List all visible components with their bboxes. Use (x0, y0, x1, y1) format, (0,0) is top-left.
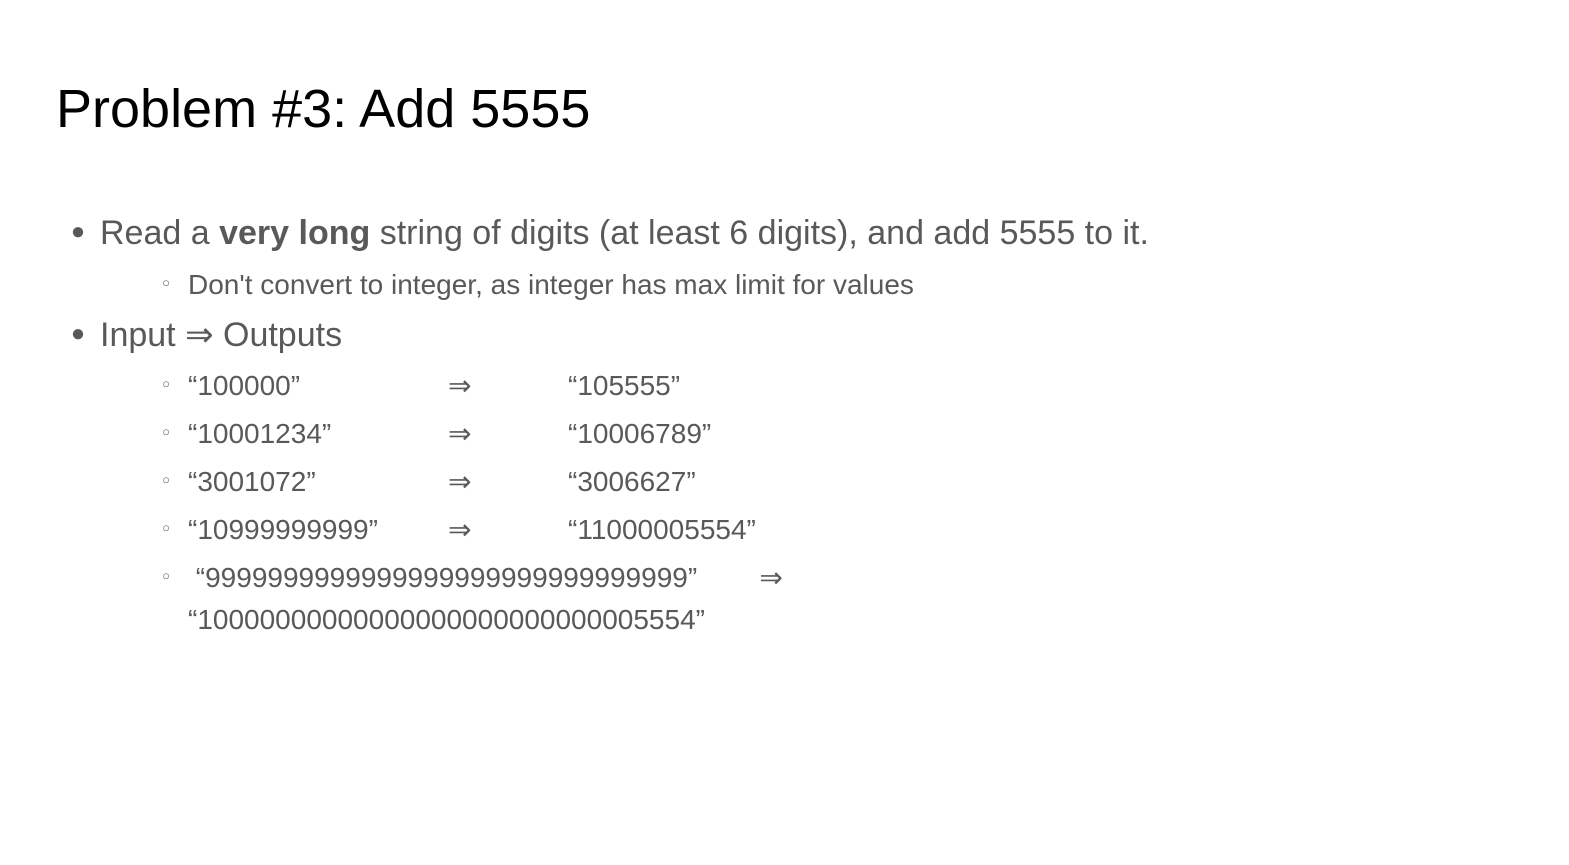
bullet-text: Input ⇒ Outputs (100, 312, 342, 360)
circle-icon (144, 264, 188, 302)
list-item: “10999999999” ⇒ “11000005554” (144, 509, 1513, 551)
list-item: “9999999999999999999999999999999” ⇒ “100… (144, 557, 1513, 641)
arrow-icon: ⇒ (448, 509, 568, 551)
arrow-icon: ⇒ (448, 461, 568, 503)
slide-title: Problem #3: Add 5555 (56, 78, 1513, 140)
list-item: “100000” ⇒ “105555” (144, 365, 1513, 407)
sub-text: Don't convert to integer, as integer has… (188, 264, 914, 306)
arrow-icon: ⇒ (759, 562, 782, 593)
example-input: “10001234” (188, 413, 448, 455)
text-fragment: string of digits (at least 6 digits), an… (370, 214, 1149, 252)
list-item: “10001234” ⇒ “10006789” (144, 413, 1513, 455)
circle-icon (144, 413, 188, 451)
arrow-icon: ⇒ (448, 413, 568, 455)
example-output: “105555” (568, 365, 680, 407)
example-output: “10000000000000000000000000005554” (188, 604, 705, 635)
circle-icon (144, 509, 188, 547)
list-item: Read a very long string of digits (at le… (56, 210, 1513, 258)
example-row: “9999999999999999999999999999999” ⇒ “100… (188, 557, 783, 641)
example-row: “100000” ⇒ “105555” (188, 365, 680, 407)
circle-icon (144, 557, 188, 595)
example-input: “3001072” (188, 461, 448, 503)
text-fragment: Read a (100, 214, 219, 252)
examples-list: “100000” ⇒ “105555” “10001234” ⇒ “100067… (144, 365, 1513, 641)
circle-icon (144, 461, 188, 499)
example-input: “100000” (188, 365, 448, 407)
example-output: “11000005554” (568, 509, 756, 551)
bullet-icon (56, 210, 100, 254)
example-row: “3001072” ⇒ “3006627” (188, 461, 696, 503)
main-list: Read a very long string of digits (at le… (56, 210, 1513, 258)
arrow-icon: ⇒ (448, 365, 568, 407)
example-row: “10001234” ⇒ “10006789” (188, 413, 711, 455)
list-item: Input ⇒ Outputs (56, 312, 1513, 360)
list-item: Don't convert to integer, as integer has… (144, 264, 1513, 306)
example-output: “3006627” (568, 461, 696, 503)
circle-icon (144, 365, 188, 403)
bullet-text: Read a very long string of digits (at le… (100, 210, 1149, 258)
sub-list: Don't convert to integer, as integer has… (144, 264, 1513, 306)
text-bold: very long (219, 214, 370, 252)
example-row: “10999999999” ⇒ “11000005554” (188, 509, 756, 551)
example-output: “10006789” (568, 413, 711, 455)
list-item: “3001072” ⇒ “3006627” (144, 461, 1513, 503)
example-input: “10999999999” (188, 509, 448, 551)
bullet-icon (56, 312, 100, 356)
main-list: Input ⇒ Outputs (56, 312, 1513, 360)
example-input: “9999999999999999999999999999999” (196, 562, 697, 593)
